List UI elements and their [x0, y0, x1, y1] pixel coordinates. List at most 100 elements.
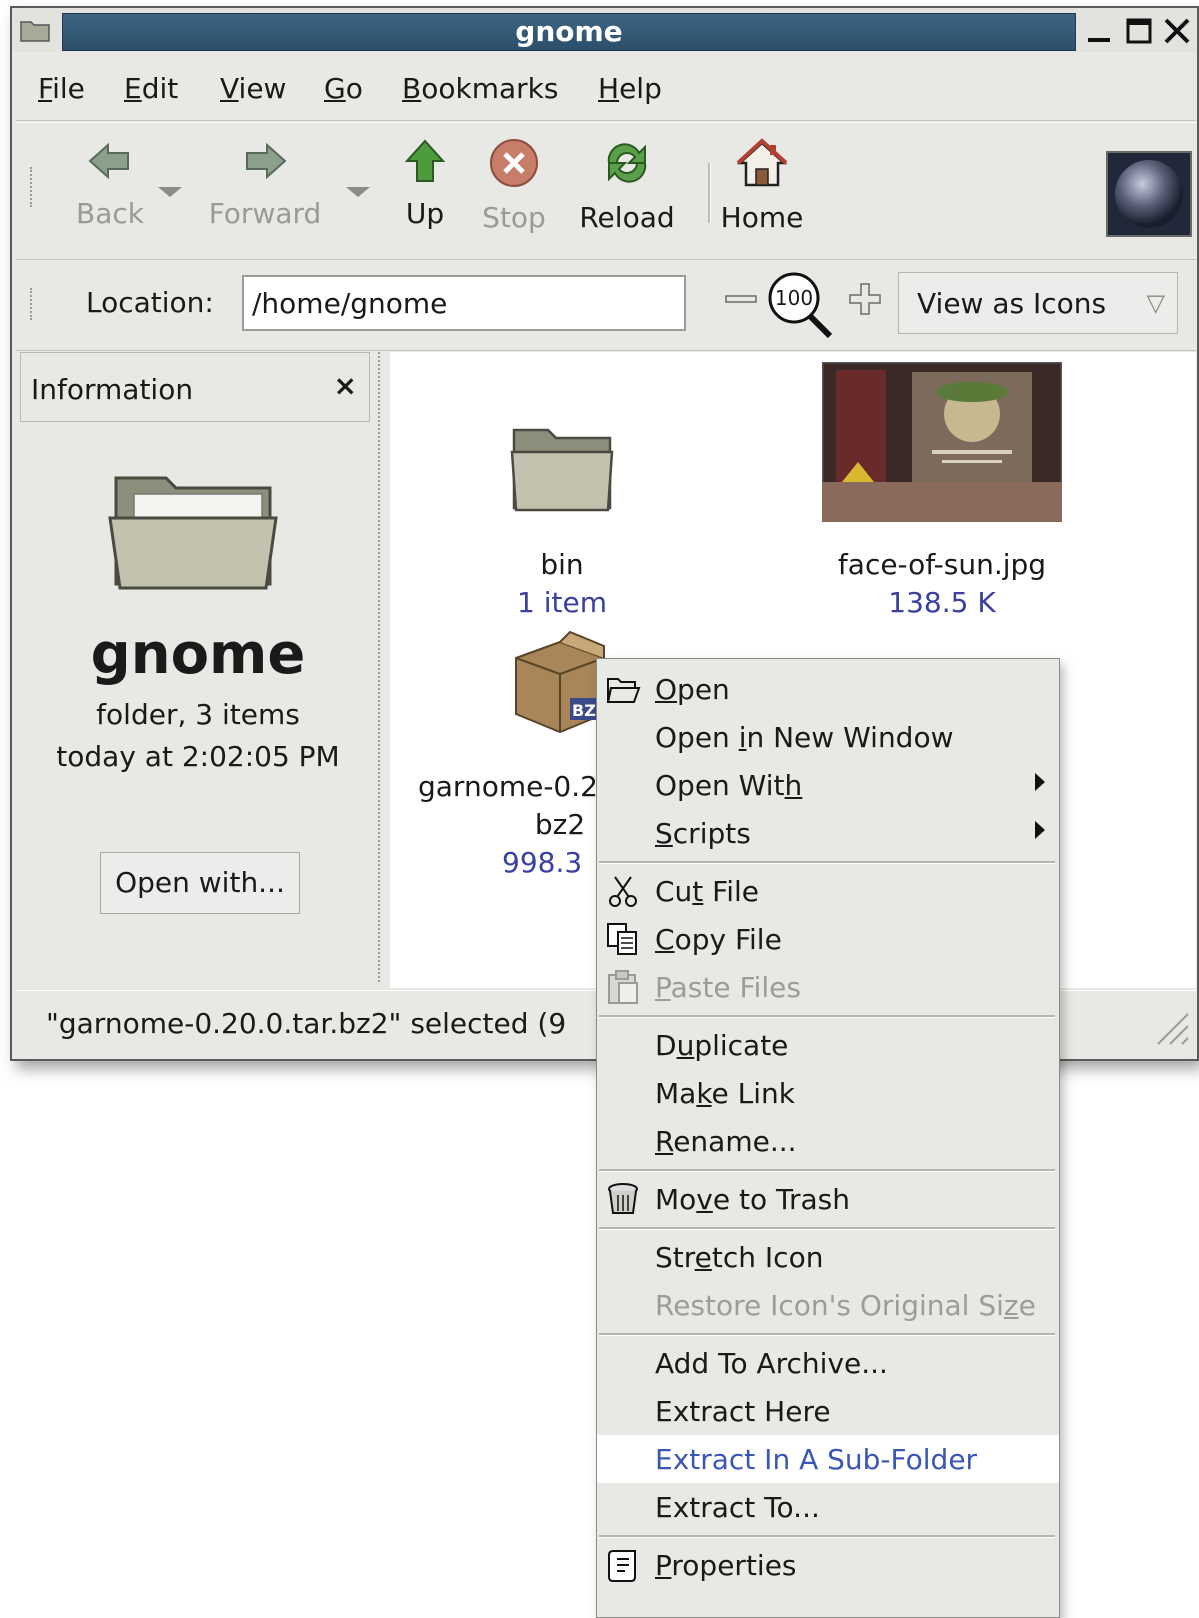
menu-item-label: Duplicate	[655, 1029, 789, 1062]
forward-history-dropdown[interactable]	[346, 187, 370, 197]
reload-icon	[607, 143, 647, 183]
menu-item-extract-here[interactable]: Extract Here	[597, 1387, 1059, 1435]
menu-item-copy-file[interactable]: Copy File	[597, 915, 1059, 963]
submenu-arrow-icon	[1035, 821, 1045, 839]
window-title: gnome	[62, 13, 1076, 51]
menu-item-label: Extract Here	[655, 1395, 831, 1428]
up-button[interactable]: Up	[390, 137, 460, 230]
zoom-in-icon[interactable]	[848, 282, 882, 316]
zoom-level-button[interactable]: 100	[766, 268, 846, 348]
menu-item-label: Open in New Window	[655, 721, 954, 754]
submenu-arrow-icon	[1035, 773, 1045, 791]
menu-item-open-new-window[interactable]: Open in New Window	[597, 713, 1059, 761]
menu-item-duplicate[interactable]: Duplicate	[597, 1021, 1059, 1069]
toolbar: Back Forward Up Stop Reload Home	[16, 122, 1196, 260]
zoom-level-value: 100	[774, 286, 814, 310]
open-folder-icon	[606, 678, 641, 703]
dropdown-triangle-icon: ▽	[1146, 289, 1165, 317]
menu-item-open-with[interactable]: Open With	[597, 761, 1059, 809]
menu-item-move-to-trash[interactable]: Move to Trash	[597, 1175, 1059, 1223]
menu-item-label: Extract To...	[655, 1491, 820, 1524]
menu-item-properties[interactable]: Properties	[597, 1541, 1059, 1589]
view-as-select[interactable]: View as Icons ▽	[898, 272, 1178, 334]
menu-item-label: Open With	[655, 769, 803, 802]
menu-item-label: Cut File	[655, 875, 760, 908]
side-pane-title: Information	[31, 373, 194, 406]
zoom-out-icon[interactable]	[724, 282, 758, 316]
context-menu: Open Open in New Window Open With Script…	[596, 658, 1060, 1618]
close-icon[interactable]	[1160, 14, 1194, 48]
back-history-dropdown[interactable]	[158, 187, 182, 197]
throbber	[1106, 151, 1192, 237]
menu-item-rename[interactable]: Rename...	[597, 1117, 1059, 1165]
menu-help[interactable]: Help	[598, 72, 662, 105]
menu-item-open[interactable]: Open	[597, 665, 1059, 713]
status-text: "garnome-0.20.0.tar.bz2" selected (9	[46, 1007, 567, 1040]
folder-modified: today at 2:02:05 PM	[56, 740, 340, 773]
stop-button[interactable]: Stop	[474, 137, 554, 234]
home-button[interactable]: Home	[712, 137, 812, 234]
menu-item-label: Properties	[655, 1549, 797, 1582]
up-label: Up	[405, 197, 445, 230]
maximize-icon[interactable]	[1122, 14, 1156, 48]
reload-label: Reload	[579, 201, 675, 234]
side-pane-close-icon[interactable]: ×	[334, 369, 357, 402]
menu-item-paste-files[interactable]: Paste Files	[597, 963, 1059, 1011]
menu-item-label: Open	[655, 673, 730, 706]
menu-item-label: Copy File	[655, 923, 782, 956]
menu-view[interactable]: View	[220, 72, 286, 105]
minimize-icon[interactable]	[1082, 14, 1116, 48]
menu-item-cut-file[interactable]: Cut File	[597, 867, 1059, 915]
file-info: 138.5 K	[888, 586, 996, 619]
menu-item-extract-to[interactable]: Extract To...	[597, 1483, 1059, 1531]
menu-item-label: Stretch Icon	[655, 1241, 824, 1274]
folder-large-icon	[108, 476, 278, 590]
back-button[interactable]: Back	[60, 137, 160, 230]
menu-separator	[599, 1169, 1055, 1172]
titlebar[interactable]: gnome	[12, 8, 1197, 52]
toolbar-grip[interactable]	[30, 167, 40, 207]
trash-can-icon	[608, 1183, 638, 1214]
menu-item-extract-subfolder[interactable]: Extract In A Sub-Folder	[597, 1435, 1059, 1483]
file-info: 1 item	[517, 586, 607, 619]
window-folder-icon[interactable]	[20, 18, 50, 42]
file-name: face-of-sun.jpg	[837, 548, 1047, 581]
menu-item-label: Restore Icon's Original Size	[655, 1289, 1036, 1322]
home-label: Home	[720, 201, 804, 234]
stop-label: Stop	[482, 201, 546, 234]
reload-button[interactable]: Reload	[572, 137, 682, 234]
menu-item-label: Rename...	[655, 1125, 797, 1158]
locationbar-grip[interactable]	[30, 288, 40, 320]
menu-file[interactable]: File	[38, 72, 85, 105]
side-pane-header[interactable]: Information ×	[20, 352, 370, 422]
menu-item-stretch-icon[interactable]: Stretch Icon	[597, 1233, 1059, 1281]
image-thumbnail	[822, 362, 1062, 522]
forward-arrow-icon	[246, 142, 287, 180]
scissors-icon	[609, 876, 637, 907]
menu-item-restore-icon-size[interactable]: Restore Icon's Original Size	[597, 1281, 1059, 1329]
properties-scroll-icon	[608, 1550, 636, 1582]
resize-grip-icon[interactable]	[1148, 1004, 1192, 1048]
open-with-button[interactable]: Open with...	[100, 852, 300, 914]
svg-text:BZ: BZ	[572, 701, 596, 720]
location-label: Location:	[86, 286, 214, 319]
menu-separator	[599, 1015, 1055, 1018]
location-input[interactable]: /home/gnome	[242, 275, 686, 331]
menu-item-add-to-archive[interactable]: Add To Archive...	[597, 1339, 1059, 1387]
menu-bookmarks[interactable]: Bookmarks	[402, 72, 558, 105]
forward-label: Forward	[208, 197, 322, 230]
home-icon	[736, 138, 788, 187]
menu-go[interactable]: Go	[324, 72, 363, 105]
forward-button[interactable]: Forward	[200, 137, 330, 230]
pane-resize-handle[interactable]	[378, 352, 390, 982]
menu-item-make-link[interactable]: Make Link	[597, 1069, 1059, 1117]
toolbar-separator	[708, 163, 711, 223]
menu-separator	[599, 1227, 1055, 1230]
file-name-line2: bz2	[534, 808, 586, 841]
menu-item-scripts[interactable]: Scripts	[597, 809, 1059, 857]
copy-icon	[607, 923, 637, 955]
menu-item-label: Scripts	[655, 817, 751, 850]
file-name: bin	[540, 548, 584, 581]
menu-edit[interactable]: Edit	[124, 72, 178, 105]
back-label: Back	[76, 197, 144, 230]
